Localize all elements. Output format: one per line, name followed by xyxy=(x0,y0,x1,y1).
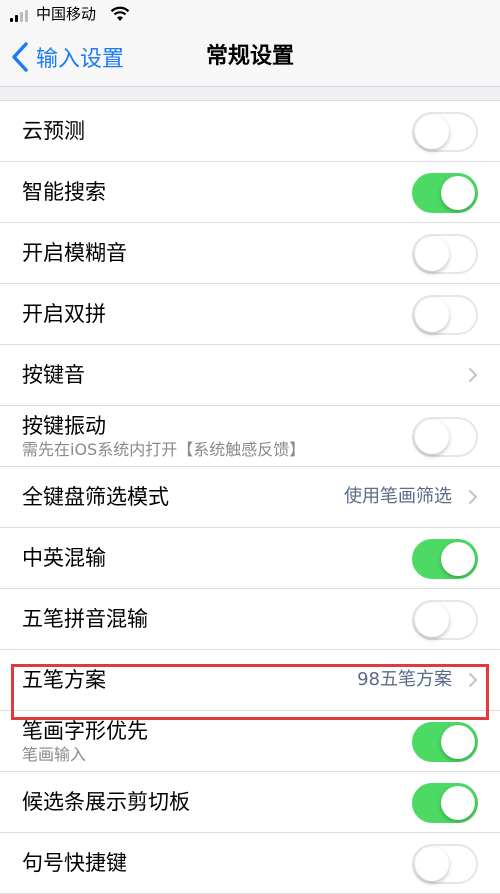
settings-row[interactable]: 全键盘筛选模式 使用笔画筛选 xyxy=(0,467,500,528)
toggle-switch[interactable] xyxy=(412,600,478,640)
toggle-knob xyxy=(415,847,449,881)
row-label: 中英混输 xyxy=(22,546,106,570)
toggle-switch[interactable] xyxy=(412,234,478,274)
signal-icon xyxy=(10,10,32,22)
settings-row: 按键振动需先在iOS系统内打开【系统触感反馈】 xyxy=(0,406,500,467)
toggle-switch[interactable] xyxy=(412,173,478,213)
chevron-right-icon xyxy=(469,368,478,382)
row-label: 五笔拼音混输 xyxy=(22,607,148,631)
toggle-knob xyxy=(415,603,449,637)
row-subtitle: 笔画输入 xyxy=(22,745,87,764)
navigation-bar: 输入设置 常规设置 xyxy=(0,28,500,87)
toggle-knob xyxy=(415,115,449,149)
toggle-switch[interactable] xyxy=(412,844,478,884)
carrier-label: 中国移动 xyxy=(36,5,97,23)
chevron-right-icon xyxy=(469,673,478,687)
row-label: 句号快捷键 xyxy=(22,851,127,875)
toggle-switch[interactable] xyxy=(412,539,478,579)
row-value: 98五笔方案 xyxy=(357,669,452,690)
settings-row: 开启双拼 xyxy=(0,284,500,345)
settings-row[interactable]: 五笔方案 98五笔方案 xyxy=(0,650,500,711)
settings-row: 云预测 xyxy=(0,101,500,162)
settings-row: 五笔拼音混输 xyxy=(0,589,500,650)
wifi-icon xyxy=(110,6,130,21)
row-label: 按键振动 xyxy=(22,414,106,438)
row-label: 五笔方案 xyxy=(22,668,106,692)
settings-row: 候选条展示剪切板 xyxy=(0,772,500,833)
row-label: 开启双拼 xyxy=(22,302,106,326)
toggle-switch[interactable] xyxy=(412,295,478,335)
toggle-knob xyxy=(415,298,449,332)
toggle-knob xyxy=(441,176,475,210)
row-label: 云预测 xyxy=(22,119,85,143)
settings-list: 云预测智能搜索开启模糊音开启双拼按键音按键振动需先在iOS系统内打开【系统触感反… xyxy=(0,100,500,894)
toggle-switch[interactable] xyxy=(412,112,478,152)
toggle-switch[interactable] xyxy=(412,783,478,823)
row-label: 智能搜索 xyxy=(22,180,106,204)
settings-row: 中英混输 xyxy=(0,528,500,589)
row-label: 按键音 xyxy=(22,363,85,387)
toggle-switch[interactable] xyxy=(412,722,478,762)
settings-row[interactable]: 按键音 xyxy=(0,345,500,406)
toggle-knob xyxy=(415,420,449,454)
toggle-knob xyxy=(441,542,475,576)
settings-row: 开启模糊音 xyxy=(0,223,500,284)
page-title: 常规设置 xyxy=(205,44,294,69)
row-subtitle: 需先在iOS系统内打开【系统触感反馈】 xyxy=(22,440,306,459)
row-label: 全键盘筛选模式 xyxy=(22,485,169,509)
settings-row: 句号快捷键 xyxy=(0,833,500,894)
toggle-knob xyxy=(415,237,449,271)
row-label: 候选条展示剪切板 xyxy=(22,790,190,814)
toggle-switch[interactable] xyxy=(412,417,478,457)
toggle-knob xyxy=(441,786,475,820)
row-value: 使用笔画筛选 xyxy=(344,486,452,507)
row-label: 开启模糊音 xyxy=(22,241,127,265)
status-bar: 中国移动 xyxy=(0,0,500,28)
settings-row: 智能搜索 xyxy=(0,162,500,223)
row-label: 笔画字形优先 xyxy=(22,719,148,743)
toggle-knob xyxy=(441,725,475,759)
chevron-right-icon xyxy=(469,490,478,504)
settings-row: 笔画字形优先笔画输入 xyxy=(0,711,500,772)
